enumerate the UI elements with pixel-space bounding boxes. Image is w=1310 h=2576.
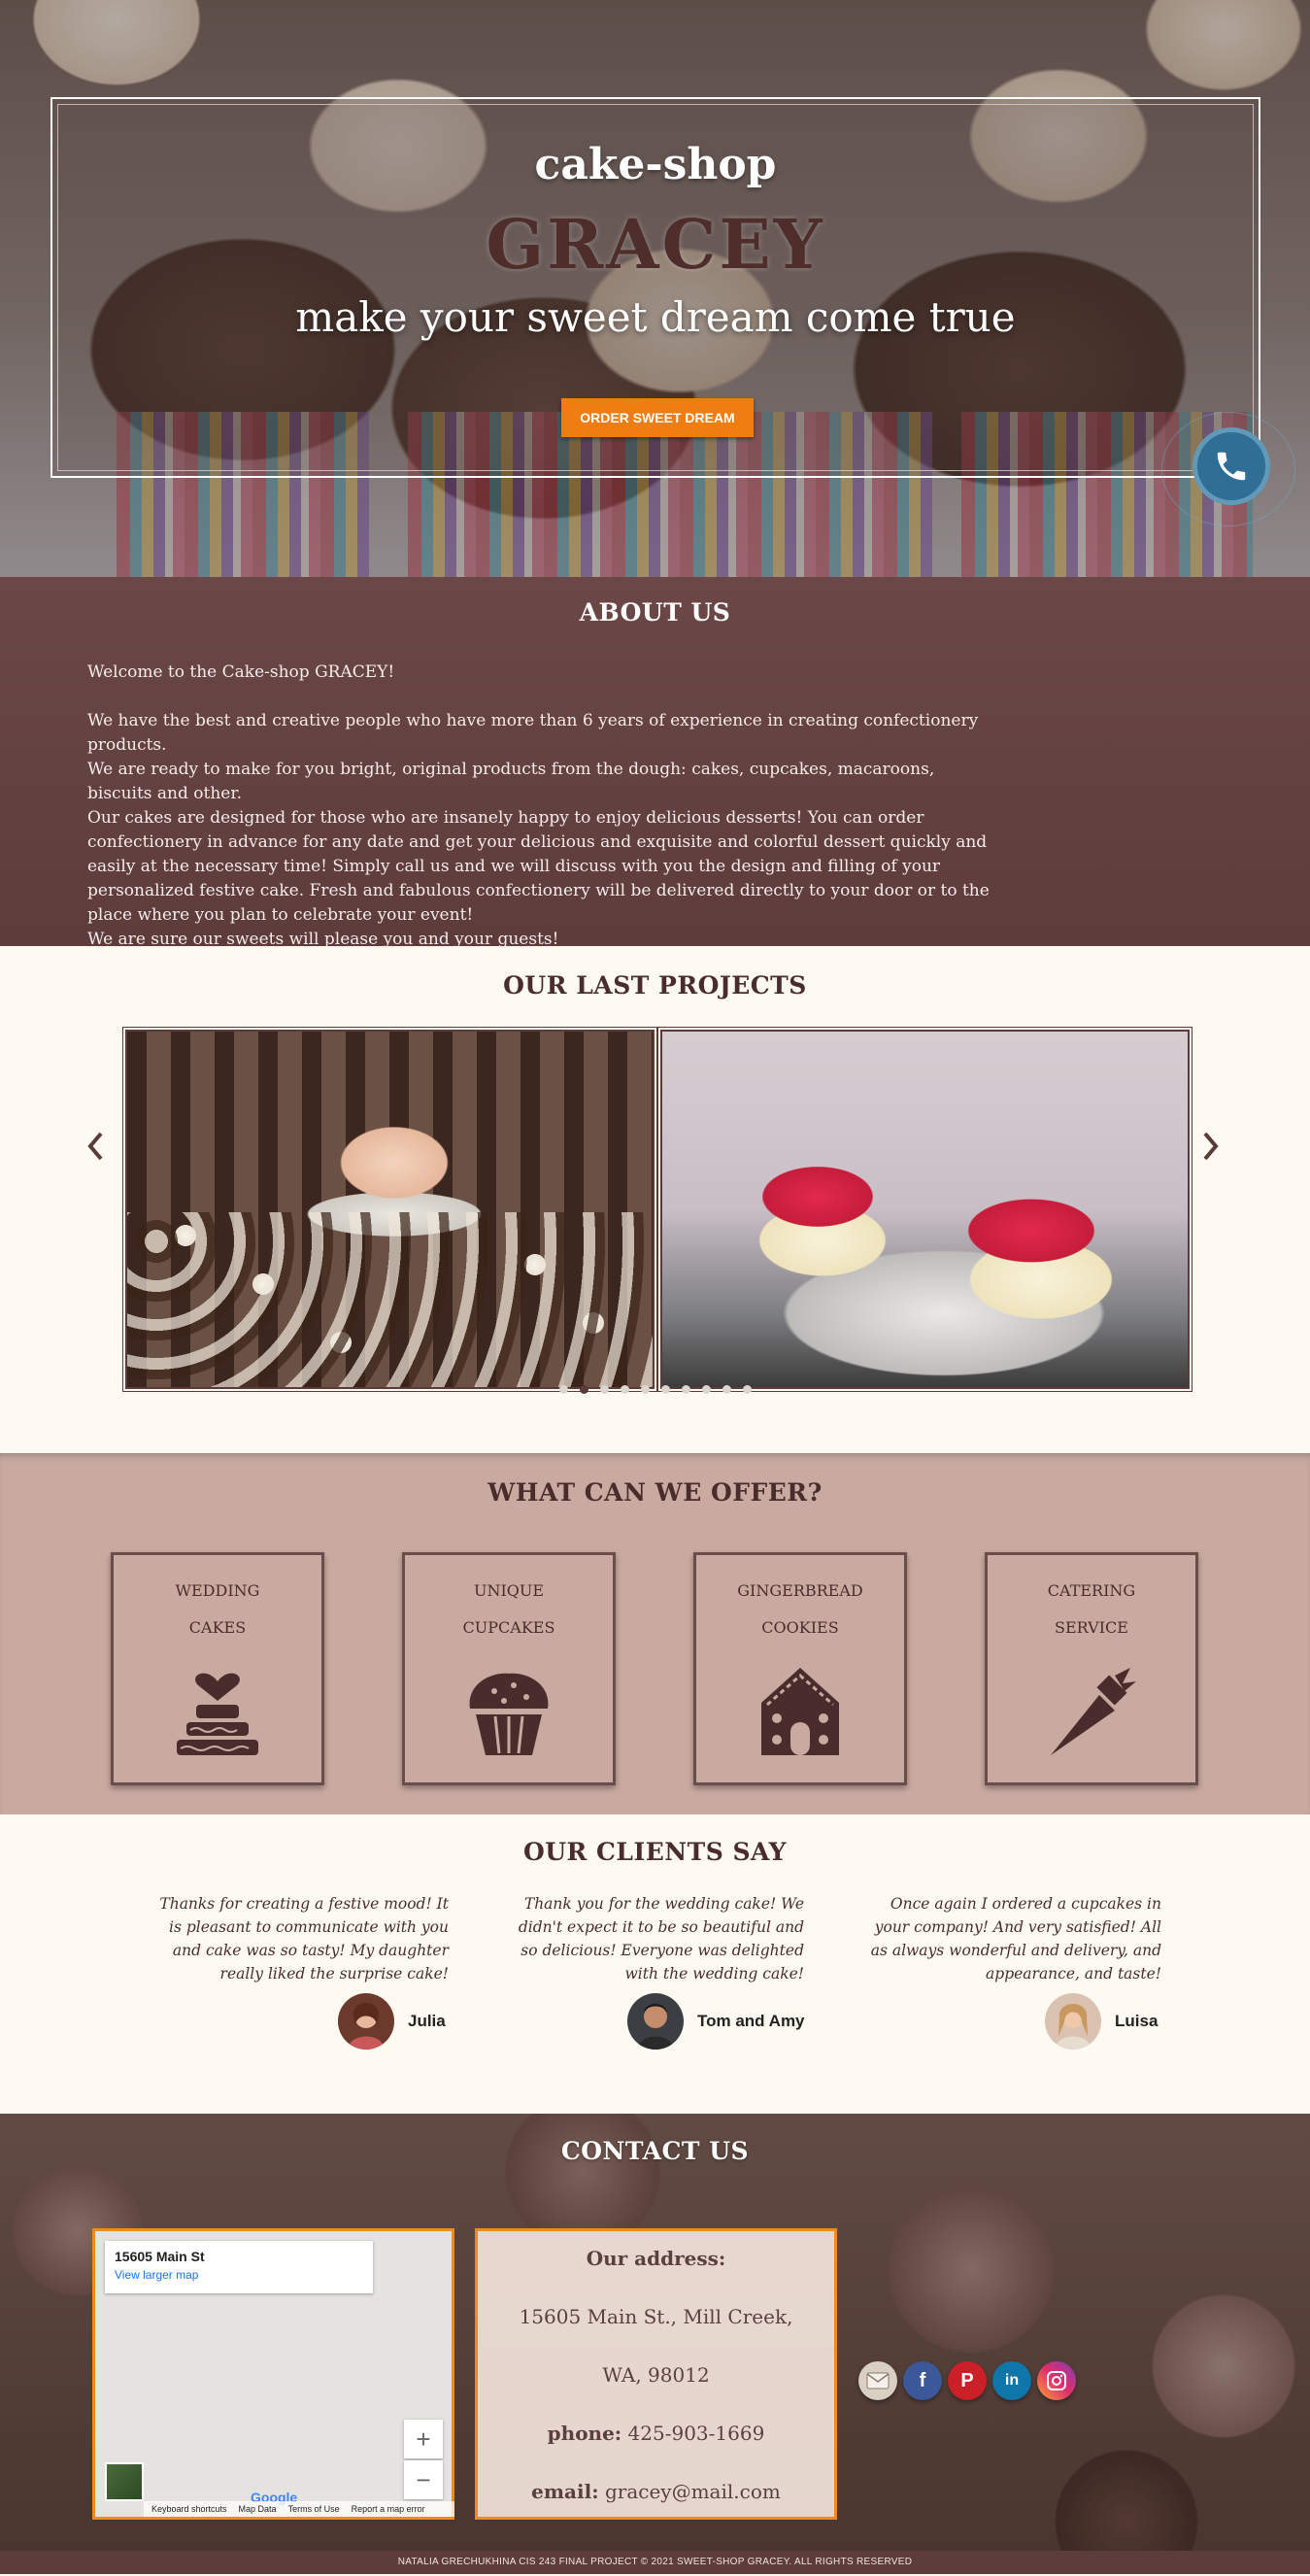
offer-card-gingerbread-cookies[interactable]: GINGERBREAD COOKIES — [693, 1552, 907, 1785]
email-label: email: — [531, 2480, 599, 2503]
carousel-dot[interactable] — [558, 1385, 568, 1394]
clients-title: OUR CLIENTS SAY — [522, 1838, 788, 1866]
linkedin-icon[interactable]: in — [992, 2361, 1031, 2400]
avatar — [1045, 1993, 1101, 2050]
offer-card-wedding-cakes[interactable]: WEDDING CAKES — [111, 1552, 324, 1785]
zoom-out-button[interactable]: − — [404, 2460, 443, 2499]
carousel-dot[interactable] — [681, 1385, 690, 1394]
hero-title: GRACEY — [486, 204, 825, 285]
email-address[interactable]: gracey@mail.com — [605, 2480, 781, 2503]
project-image-jelly-desserts[interactable] — [657, 1027, 1192, 1392]
reviewer-name: Luisa — [1115, 2012, 1159, 2030]
review-text: Once again I ordered a cupcakes in your … — [870, 1895, 1161, 1983]
hero-tagline: make your sweet dream come true — [295, 293, 1016, 341]
terms-link[interactable]: Terms of Use — [288, 2504, 340, 2514]
avatar — [627, 1993, 684, 2050]
carousel-dot[interactable] — [722, 1385, 731, 1394]
piping-bag-icon — [988, 1658, 1195, 1759]
hero-frame: cake-shop GRACEY make your sweet dream c… — [50, 97, 1260, 478]
about-body: Welcome to the Cake-shop GRACEY! We have… — [87, 661, 1000, 952]
contact-title: CONTACT US — [560, 2137, 750, 2165]
offer-cards: WEDDING CAKES UNIQUE CUPCAKES GINGERBREA… — [111, 1552, 1198, 1785]
carousel-next-button[interactable] — [1199, 1127, 1223, 1166]
projects-title: OUR LAST PROJECTS — [503, 971, 807, 1000]
carousel-dot[interactable] — [660, 1385, 670, 1394]
reviewer-name: Julia — [408, 2012, 446, 2030]
reviewer: Julia — [338, 1993, 446, 2050]
offer-card-label: CATERING SERVICE — [1047, 1581, 1136, 1637]
map-data-link[interactable]: Map Data — [239, 2504, 277, 2514]
cupcake-icon — [405, 1658, 613, 1759]
offer-card-label: WEDDING CAKES — [175, 1581, 260, 1637]
address-box: Our address: 15605 Main St., Mill Creek,… — [475, 2228, 837, 2520]
address-heading: Our address: — [586, 2247, 726, 2270]
carousel-dot[interactable] — [742, 1385, 752, 1394]
hero-section: cake-shop GRACEY make your sweet dream c… — [0, 0, 1310, 577]
keyboard-shortcuts-link[interactable]: Keyboard shortcuts — [151, 2504, 227, 2514]
map-address: 15605 Main St — [115, 2249, 205, 2264]
call-widget[interactable] — [1161, 412, 1305, 526]
address-line: WA, 98012 — [602, 2363, 710, 2387]
offer-section: WHAT CAN WE OFFER? WEDDING CAKES UNIQUE … — [0, 1453, 1310, 1814]
projects-carousel — [121, 1027, 1192, 1392]
avatar — [338, 1993, 394, 2050]
reviewer: Tom and Amy — [627, 1993, 805, 2050]
project-image-wedding-cake[interactable] — [122, 1027, 657, 1392]
gingerbread-house-icon — [696, 1658, 904, 1759]
instagram-icon[interactable] — [1037, 2361, 1076, 2400]
offer-card-label: GINGERBREAD COOKIES — [737, 1581, 863, 1637]
carousel-dot[interactable] — [620, 1385, 629, 1394]
carousel-dot[interactable] — [640, 1385, 650, 1394]
satellite-toggle[interactable] — [105, 2462, 144, 2501]
phone-icon[interactable] — [1192, 427, 1270, 505]
page-footer: NATALIA GRECHUKHINA CIS 243 FINAL PROJEC… — [0, 2551, 1310, 2574]
wedding-cake-icon — [114, 1658, 321, 1759]
zoom-in-button[interactable]: + — [404, 2420, 443, 2458]
pinterest-icon[interactable]: P — [948, 2361, 987, 2400]
offer-card-label: UNIQUE CUPCAKES — [462, 1581, 555, 1637]
about-title: ABOUT US — [579, 598, 731, 627]
projects-section: OUR LAST PROJECTS — [0, 946, 1310, 1453]
contact-section: CONTACT US 15605 Main St View larger map… — [0, 2114, 1310, 2551]
carousel-dot[interactable] — [701, 1385, 711, 1394]
about-line: We have the best and creative people who… — [87, 711, 979, 755]
carousel-dot[interactable] — [599, 1385, 609, 1394]
chevron-right-icon — [1203, 1132, 1219, 1161]
review-text: Thank you for the wedding cake! We didn'… — [518, 1895, 804, 1983]
about-line: Our cakes are designed for those who are… — [87, 808, 990, 925]
offer-title: WHAT CAN WE OFFER? — [487, 1478, 823, 1507]
report-error-link[interactable]: Report a map error — [352, 2504, 425, 2514]
clients-section: OUR CLIENTS SAY Thanks for creating a fe… — [0, 1814, 1310, 2114]
social-links: f P in — [858, 2361, 1076, 2400]
email-icon[interactable] — [858, 2361, 897, 2400]
phone-label: phone: — [547, 2422, 622, 2445]
map-info-card: 15605 Main St View larger map — [105, 2241, 373, 2293]
offer-card-catering-service[interactable]: CATERING SERVICE — [985, 1552, 1198, 1785]
chevron-left-icon — [87, 1132, 103, 1161]
map-footer: Keyboard shortcuts Map Data Terms of Use… — [144, 2501, 454, 2517]
hero-subtitle: cake-shop — [534, 140, 777, 189]
email-line: email: gracey@mail.com — [478, 2480, 834, 2503]
carousel-dot[interactable] — [579, 1385, 588, 1394]
about-line: We are ready to make for you bright, ori… — [87, 760, 935, 803]
about-welcome: Welcome to the Cake-shop GRACEY! — [87, 662, 395, 682]
carousel-dots — [0, 1385, 1310, 1394]
order-button[interactable]: ORDER SWEET DREAM — [561, 398, 754, 437]
phone-line: phone: 425-903-1669 — [478, 2422, 834, 2445]
carousel-prev-button[interactable] — [84, 1127, 107, 1166]
address-line: 15605 Main St., Mill Creek, — [519, 2305, 793, 2328]
reviewer: Luisa — [1045, 1993, 1158, 2050]
about-section: ABOUT US Welcome to the Cake-shop GRACEY… — [0, 577, 1310, 949]
embedded-map[interactable]: 15605 Main St View larger map + − Google… — [92, 2228, 454, 2520]
review-text: Thanks for creating a festive mood! It i… — [159, 1895, 449, 1983]
phone-number[interactable]: 425-903-1669 — [628, 2422, 765, 2445]
reviewer-name: Tom and Amy — [697, 2012, 805, 2030]
facebook-icon[interactable]: f — [903, 2361, 942, 2400]
offer-card-unique-cupcakes[interactable]: UNIQUE CUPCAKES — [402, 1552, 616, 1785]
view-larger-map-link[interactable]: View larger map — [115, 2268, 363, 2282]
